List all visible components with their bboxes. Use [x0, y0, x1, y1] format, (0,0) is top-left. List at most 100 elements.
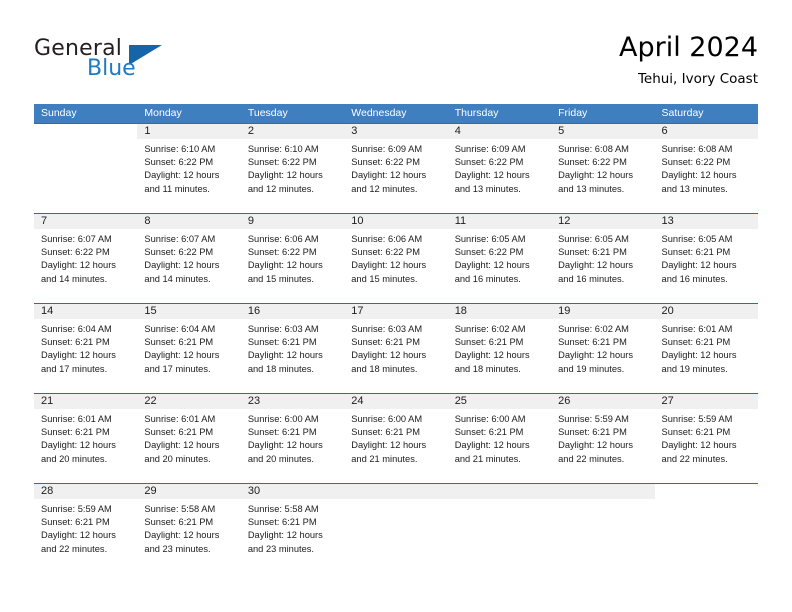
- day-cell[interactable]: [344, 484, 448, 573]
- day-number: 26: [551, 394, 655, 409]
- day-cell[interactable]: 15 Sunrise: 6:04 AM Sunset: 6:21 PM Dayl…: [137, 304, 241, 393]
- day-cell[interactable]: 17 Sunrise: 6:03 AM Sunset: 6:21 PM Dayl…: [344, 304, 448, 393]
- day-cell[interactable]: 4 Sunrise: 6:09 AM Sunset: 6:22 PM Dayli…: [447, 124, 552, 213]
- day-cell[interactable]: 30 Sunrise: 5:58 AM Sunset: 6:21 PM Dayl…: [240, 484, 345, 573]
- sunrise-text: Sunrise: 6:01 AM: [661, 324, 733, 334]
- daylight-text-line1: Daylight: 12 hours: [144, 350, 220, 361]
- day-number: 7: [34, 214, 138, 229]
- week-row: 14 Sunrise: 6:04 AM Sunset: 6:21 PM Dayl…: [34, 303, 758, 393]
- day-info: Sunrise: 6:10 AM Sunset: 6:22 PM Dayligh…: [241, 139, 344, 196]
- daylight-text-line1: Daylight: 12 hours: [144, 440, 220, 451]
- day-cell[interactable]: 14 Sunrise: 6:04 AM Sunset: 6:21 PM Dayl…: [34, 304, 138, 393]
- day-cell[interactable]: 19 Sunrise: 6:02 AM Sunset: 6:21 PM Dayl…: [551, 304, 655, 393]
- day-cell[interactable]: [34, 124, 138, 213]
- daylight-text-line1: Daylight: 12 hours: [454, 260, 530, 271]
- day-number: 16: [240, 304, 345, 319]
- daylight-text-line2: and 20 minutes.: [41, 453, 108, 464]
- day-cell[interactable]: [447, 484, 552, 573]
- day-cell[interactable]: 16 Sunrise: 6:03 AM Sunset: 6:21 PM Dayl…: [240, 304, 345, 393]
- weekday-header-row: Sunday Monday Tuesday Wednesday Thursday…: [34, 104, 758, 123]
- day-cell[interactable]: 2 Sunrise: 6:10 AM Sunset: 6:22 PM Dayli…: [240, 124, 345, 213]
- day-cell[interactable]: 12 Sunrise: 6:05 AM Sunset: 6:21 PM Dayl…: [551, 214, 655, 303]
- day-cell[interactable]: 9 Sunrise: 6:06 AM Sunset: 6:22 PM Dayli…: [240, 214, 345, 303]
- title-block: April 2024 Tehui, Ivory Coast: [619, 32, 758, 88]
- daylight-text-line2: and 16 minutes.: [661, 273, 728, 284]
- weekday-header-friday: Friday: [558, 107, 588, 119]
- sunset-text: Sunset: 6:21 PM: [351, 337, 420, 348]
- daylight-text-line2: and 22 minutes.: [41, 543, 108, 554]
- day-cell[interactable]: 10 Sunrise: 6:06 AM Sunset: 6:22 PM Dayl…: [344, 214, 448, 303]
- daylight-text-line1: Daylight: 12 hours: [351, 350, 427, 361]
- daylight-text-line2: and 13 minutes.: [558, 183, 625, 194]
- day-cell[interactable]: 11 Sunrise: 6:05 AM Sunset: 6:22 PM Dayl…: [447, 214, 552, 303]
- daylight-text-line2: and 18 minutes.: [247, 363, 314, 374]
- day-info: Sunrise: 6:02 AM Sunset: 6:21 PM Dayligh…: [448, 319, 551, 376]
- day-cell[interactable]: 3 Sunrise: 6:09 AM Sunset: 6:22 PM Dayli…: [344, 124, 448, 213]
- week-row: 21 Sunrise: 6:01 AM Sunset: 6:21 PM Dayl…: [34, 393, 758, 483]
- daylight-text-line2: and 23 minutes.: [144, 543, 211, 554]
- sunrise-text: Sunrise: 5:59 AM: [661, 414, 733, 424]
- sunset-text: Sunset: 6:22 PM: [351, 247, 420, 258]
- day-number: [34, 124, 137, 139]
- day-cell[interactable]: 27 Sunrise: 5:59 AM Sunset: 6:21 PM Dayl…: [654, 394, 758, 483]
- day-number: 13: [654, 214, 758, 229]
- day-number: 28: [34, 484, 138, 499]
- sunrise-text: Sunrise: 6:06 AM: [351, 234, 423, 244]
- day-cell[interactable]: 28 Sunrise: 5:59 AM Sunset: 6:21 PM Dayl…: [34, 484, 138, 573]
- day-cell[interactable]: 26 Sunrise: 5:59 AM Sunset: 6:21 PM Dayl…: [551, 394, 655, 483]
- day-cell[interactable]: 6 Sunrise: 6:08 AM Sunset: 6:22 PM Dayli…: [654, 124, 758, 213]
- day-cell[interactable]: 23 Sunrise: 6:00 AM Sunset: 6:21 PM Dayl…: [240, 394, 345, 483]
- day-cell[interactable]: 8 Sunrise: 6:07 AM Sunset: 6:22 PM Dayli…: [137, 214, 241, 303]
- day-cell[interactable]: [654, 484, 758, 573]
- day-cell[interactable]: 21 Sunrise: 6:01 AM Sunset: 6:21 PM Dayl…: [34, 394, 138, 483]
- day-number: 27: [654, 394, 758, 409]
- sunset-text: Sunset: 6:21 PM: [41, 337, 110, 348]
- day-info: Sunrise: 6:08 AM Sunset: 6:22 PM Dayligh…: [551, 139, 654, 196]
- calendar-page: General Blue April 2024 Tehui, Ivory Coa…: [0, 0, 792, 612]
- day-cell[interactable]: 25 Sunrise: 6:00 AM Sunset: 6:21 PM Dayl…: [447, 394, 552, 483]
- day-number: 24: [344, 394, 448, 409]
- page-header: General Blue April 2024 Tehui, Ivory Coa…: [0, 0, 792, 96]
- day-info: Sunrise: 6:10 AM Sunset: 6:22 PM Dayligh…: [137, 139, 240, 196]
- daylight-text-line2: and 16 minutes.: [454, 273, 521, 284]
- sunset-text: Sunset: 6:21 PM: [144, 517, 214, 528]
- day-info: Sunrise: 6:01 AM Sunset: 6:21 PM Dayligh…: [34, 409, 137, 466]
- day-info: Sunrise: 5:58 AM Sunset: 6:21 PM Dayligh…: [241, 499, 344, 556]
- day-cell[interactable]: 18 Sunrise: 6:02 AM Sunset: 6:21 PM Dayl…: [447, 304, 552, 393]
- page-subtitle-location: Tehui, Ivory Coast: [637, 71, 758, 87]
- day-cell[interactable]: 1 Sunrise: 6:10 AM Sunset: 6:22 PM Dayli…: [137, 124, 241, 213]
- day-info: [34, 139, 137, 143]
- day-info: Sunrise: 6:03 AM Sunset: 6:21 PM Dayligh…: [344, 319, 447, 376]
- sunset-text: Sunset: 6:22 PM: [247, 247, 317, 258]
- daylight-text-line1: Daylight: 12 hours: [247, 440, 323, 451]
- day-number: 22: [137, 394, 241, 409]
- sunset-text: Sunset: 6:22 PM: [558, 157, 627, 168]
- day-number: 14: [34, 304, 138, 319]
- weekday-header-wednesday: Wednesday: [351, 107, 407, 119]
- general-blue-logo[interactable]: General Blue: [34, 36, 214, 88]
- day-cell[interactable]: 20 Sunrise: 6:01 AM Sunset: 6:21 PM Dayl…: [654, 304, 758, 393]
- day-cell[interactable]: 29 Sunrise: 5:58 AM Sunset: 6:21 PM Dayl…: [137, 484, 241, 573]
- weekday-header-sunday: Sunday: [41, 107, 77, 119]
- day-cell[interactable]: 13 Sunrise: 6:05 AM Sunset: 6:21 PM Dayl…: [654, 214, 758, 303]
- daylight-text-line2: and 15 minutes.: [247, 273, 314, 284]
- day-info: Sunrise: 5:59 AM Sunset: 6:21 PM Dayligh…: [34, 499, 137, 556]
- daylight-text-line1: Daylight: 12 hours: [144, 170, 220, 181]
- day-info: Sunrise: 6:06 AM Sunset: 6:22 PM Dayligh…: [241, 229, 344, 286]
- day-info: Sunrise: 6:05 AM Sunset: 6:21 PM Dayligh…: [551, 229, 654, 286]
- day-cell[interactable]: 24 Sunrise: 6:00 AM Sunset: 6:21 PM Dayl…: [344, 394, 448, 483]
- day-cell[interactable]: [551, 484, 655, 573]
- sunrise-text: Sunrise: 6:10 AM: [144, 144, 216, 154]
- day-cell[interactable]: 7 Sunrise: 6:07 AM Sunset: 6:22 PM Dayli…: [34, 214, 138, 303]
- day-number: 10: [344, 214, 448, 229]
- day-number: 21: [34, 394, 138, 409]
- sunrise-text: Sunrise: 6:05 AM: [661, 234, 733, 244]
- day-cell[interactable]: 22 Sunrise: 6:01 AM Sunset: 6:21 PM Dayl…: [137, 394, 241, 483]
- day-number: 2: [240, 124, 345, 139]
- daylight-text-line2: and 11 minutes.: [144, 183, 210, 194]
- sunrise-text: Sunrise: 6:02 AM: [454, 324, 526, 334]
- daylight-text-line2: and 22 minutes.: [661, 453, 728, 464]
- daylight-text-line2: and 18 minutes.: [454, 363, 521, 374]
- sunset-text: Sunset: 6:21 PM: [41, 427, 110, 438]
- day-cell[interactable]: 5 Sunrise: 6:08 AM Sunset: 6:22 PM Dayli…: [551, 124, 655, 213]
